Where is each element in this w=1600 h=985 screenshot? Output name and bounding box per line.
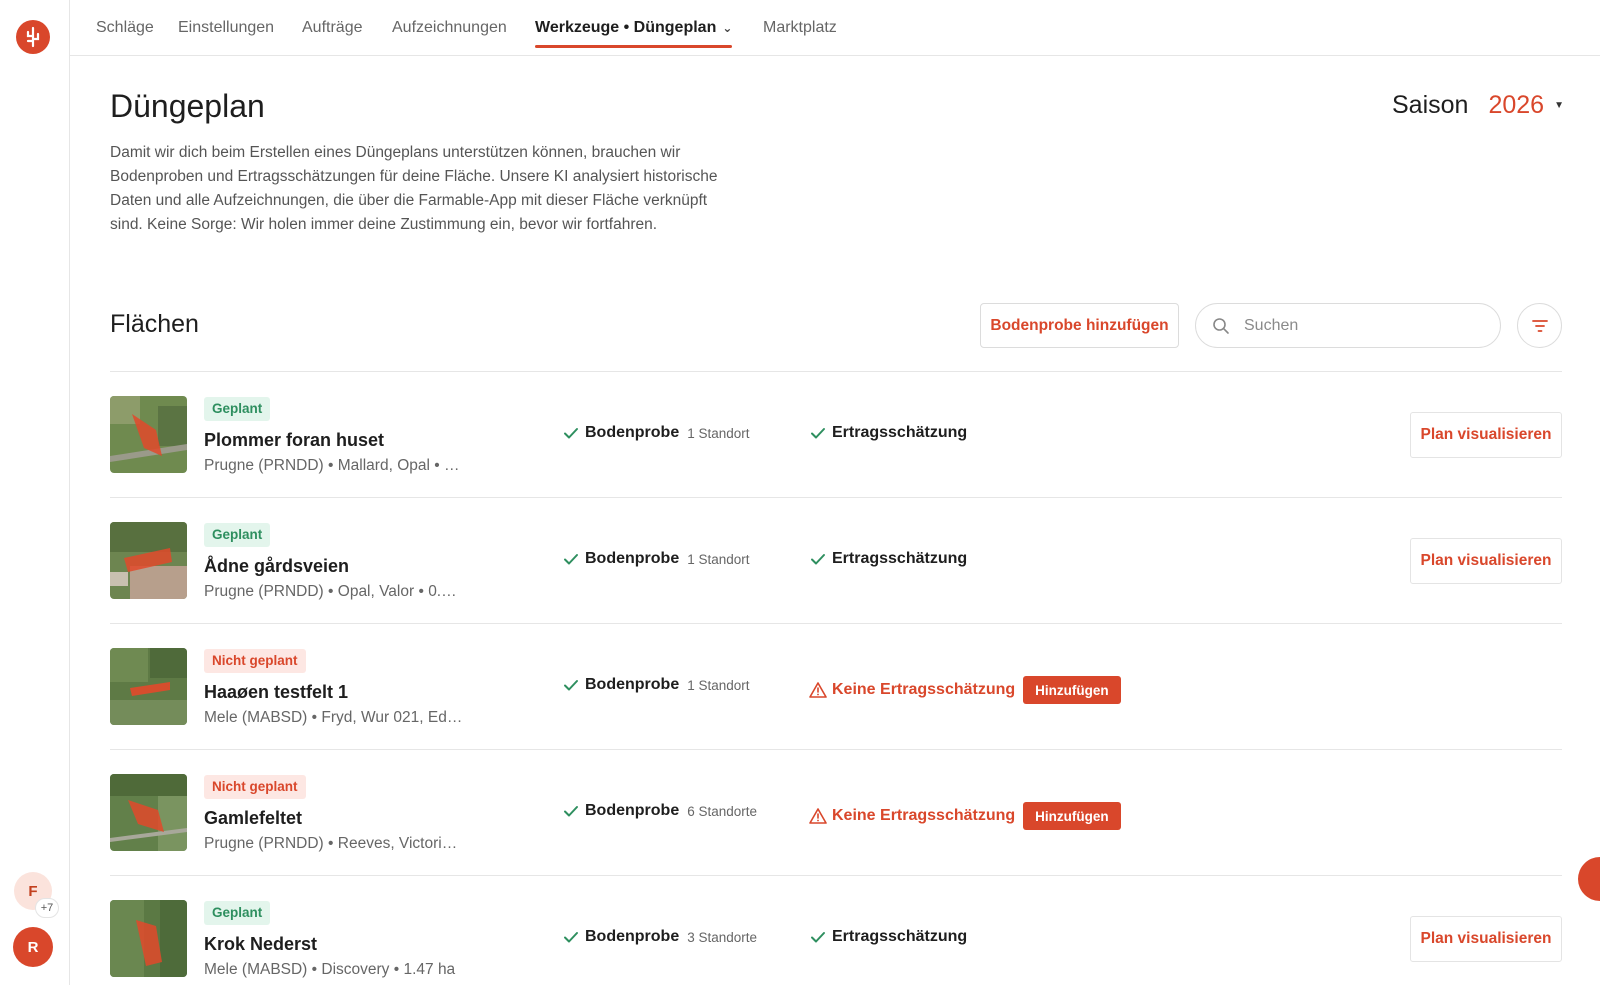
nav-item-schlaege[interactable]: Schläge bbox=[96, 0, 154, 56]
nav-item-marktplatz[interactable]: Marktplatz bbox=[763, 0, 837, 56]
add-yield-estimate-button[interactable]: Hinzufügen bbox=[1023, 676, 1121, 704]
add-soil-sample-button[interactable]: Bodenprobe hinzufügen bbox=[980, 303, 1179, 348]
warning-icon bbox=[809, 808, 827, 824]
satellite-image bbox=[110, 396, 187, 473]
season-value: 2026 bbox=[1488, 90, 1545, 119]
soil-sample-status: Bodenprobe 1 Standort bbox=[562, 676, 750, 694]
field-meta: Mele (MABSD) • Fryd, Wur 021, Ed… bbox=[204, 709, 463, 726]
visualize-plan-button[interactable]: Plan visualisieren bbox=[1410, 412, 1562, 458]
fields-section-title: Flächen bbox=[110, 310, 199, 338]
soil-sample-count: 6 Standorte bbox=[687, 803, 758, 819]
intro-text: Damit wir dich beim Erstellen eines Düng… bbox=[110, 144, 718, 233]
check-icon bbox=[564, 554, 578, 565]
soil-sample-label: Bodenprobe bbox=[585, 676, 680, 693]
caret-down-icon: ▼ bbox=[1554, 99, 1564, 111]
field-map-thumbnail bbox=[110, 522, 187, 599]
satellite-image bbox=[110, 522, 187, 599]
soil-sample-count: 1 Standort bbox=[687, 425, 750, 441]
nav-item-aufzeichnungen[interactable]: Aufzeichnungen bbox=[392, 0, 507, 56]
status-badge: Geplant bbox=[204, 901, 271, 925]
soil-sample-label: Bodenprobe bbox=[585, 928, 680, 945]
add-yield-estimate-button[interactable]: Hinzufügen bbox=[1023, 802, 1121, 830]
visualize-plan-button[interactable]: Plan visualisieren bbox=[1410, 916, 1562, 962]
check-icon bbox=[811, 932, 825, 943]
soil-sample-count: 1 Standort bbox=[687, 551, 750, 567]
soil-sample-status: Bodenprobe 3 Standorte bbox=[562, 928, 757, 946]
soil-sample-count: 1 Standort bbox=[687, 677, 750, 693]
field-row[interactable]: Geplant Krok Nederst Mele (MABSD) • Disc… bbox=[110, 876, 1562, 985]
soil-sample-label: Bodenprobe bbox=[585, 802, 680, 819]
field-map-thumbnail bbox=[110, 900, 187, 977]
filter-button[interactable] bbox=[1517, 303, 1562, 348]
status-badge: Geplant bbox=[204, 397, 271, 421]
yield-estimate-label: Ertragsschätzung bbox=[832, 424, 968, 441]
field-meta: Mele (MABSD) • Discovery • 1.47 ha bbox=[204, 961, 456, 978]
field-map-thumbnail bbox=[110, 396, 187, 473]
nav-item-auftraege[interactable]: Aufträge bbox=[302, 0, 362, 56]
visualize-plan-button[interactable]: Plan visualisieren bbox=[1410, 538, 1562, 584]
chevron-down-icon: ⌄ bbox=[722, 21, 733, 35]
check-icon bbox=[811, 554, 825, 565]
status-badge: Geplant bbox=[204, 523, 271, 547]
soil-sample-status: Bodenprobe 1 Standort bbox=[562, 550, 750, 568]
nav-item-einstellungen[interactable]: Einstellungen bbox=[178, 0, 274, 56]
check-icon bbox=[564, 806, 578, 817]
search-input[interactable] bbox=[1244, 304, 1494, 347]
sidebar: F +7 R bbox=[0, 0, 70, 985]
check-icon bbox=[811, 428, 825, 439]
filter-icon bbox=[1531, 319, 1548, 332]
status-badge: Nicht geplant bbox=[204, 649, 306, 673]
soil-sample-label: Bodenprobe bbox=[585, 424, 680, 441]
yield-estimate-status: Keine Ertragsschätzung Hinzufügen bbox=[809, 802, 1121, 830]
search-box[interactable] bbox=[1195, 303, 1501, 348]
yield-estimate-status: Ertragsschätzung bbox=[809, 928, 967, 946]
field-name[interactable]: Haaøen testfelt 1 bbox=[204, 682, 348, 703]
season-selector[interactable]: Saison 2026 ▼ bbox=[1392, 88, 1564, 122]
field-name[interactable]: Gamlefeltet bbox=[204, 808, 302, 829]
page-title: Düngeplan bbox=[110, 88, 265, 124]
yield-estimate-status: Keine Ertragsschätzung Hinzufügen bbox=[809, 676, 1121, 704]
soil-sample-count: 3 Standorte bbox=[687, 929, 758, 945]
soil-sample-status: Bodenprobe 6 Standorte bbox=[562, 802, 757, 820]
season-label: Saison bbox=[1392, 90, 1469, 119]
avatar-user[interactable]: R bbox=[13, 927, 53, 967]
yield-estimate-label: Ertragsschätzung bbox=[832, 928, 968, 945]
nav-item-werkzeuge-label: Werkzeuge • Düngeplan bbox=[535, 19, 717, 36]
field-meta: Prugne (PRNDD) • Opal, Valor • 0.… bbox=[204, 583, 457, 600]
yield-estimate-label: Keine Ertragsschätzung bbox=[832, 681, 1016, 698]
top-navigation: Schläge Einstellungen Aufträge Aufzeichn… bbox=[70, 0, 1600, 56]
fields-list: Geplant Plommer foran huset Prugne (PRND… bbox=[110, 372, 1562, 985]
field-row[interactable]: Nicht geplant Gamlefeltet Prugne (PRNDD)… bbox=[110, 750, 1562, 876]
check-icon bbox=[564, 680, 578, 691]
field-map-thumbnail bbox=[110, 648, 187, 725]
check-icon bbox=[564, 428, 578, 439]
satellite-image bbox=[110, 900, 187, 977]
status-badge: Nicht geplant bbox=[204, 775, 306, 799]
avatar-more-count[interactable]: +7 bbox=[35, 898, 59, 918]
field-name[interactable]: Ådne gårdsveien bbox=[204, 556, 349, 577]
yield-estimate-status: Ertragsschätzung bbox=[809, 424, 967, 442]
field-row[interactable]: Nicht geplant Haaøen testfelt 1 Mele (MA… bbox=[110, 624, 1562, 750]
satellite-image bbox=[110, 774, 187, 851]
satellite-image bbox=[110, 648, 187, 725]
yield-estimate-label: Ertragsschätzung bbox=[832, 550, 968, 567]
warning-icon bbox=[809, 682, 827, 698]
field-map-thumbnail bbox=[110, 774, 187, 851]
field-meta: Prugne (PRNDD) • Reeves, Victori… bbox=[204, 835, 458, 852]
check-icon bbox=[564, 932, 578, 943]
soil-sample-label: Bodenprobe bbox=[585, 550, 680, 567]
farmable-logo-icon[interactable] bbox=[16, 20, 50, 54]
yield-estimate-label: Keine Ertragsschätzung bbox=[832, 807, 1016, 824]
chat-bubble-icon[interactable] bbox=[1578, 857, 1600, 901]
yield-estimate-status: Ertragsschätzung bbox=[809, 550, 967, 568]
farmable-logo-glyph bbox=[26, 26, 40, 48]
field-name[interactable]: Krok Nederst bbox=[204, 934, 317, 955]
field-row[interactable]: Geplant Ådne gårdsveien Prugne (PRNDD) •… bbox=[110, 498, 1562, 624]
nav-item-werkzeuge[interactable]: Werkzeuge • Düngeplan ⌄ bbox=[535, 0, 733, 56]
search-icon bbox=[1213, 318, 1229, 334]
soil-sample-status: Bodenprobe 1 Standort bbox=[562, 424, 750, 442]
field-row[interactable]: Geplant Plommer foran huset Prugne (PRND… bbox=[110, 372, 1562, 498]
field-name[interactable]: Plommer foran huset bbox=[204, 430, 384, 451]
field-meta: Prugne (PRNDD) • Mallard, Opal • … bbox=[204, 457, 460, 474]
